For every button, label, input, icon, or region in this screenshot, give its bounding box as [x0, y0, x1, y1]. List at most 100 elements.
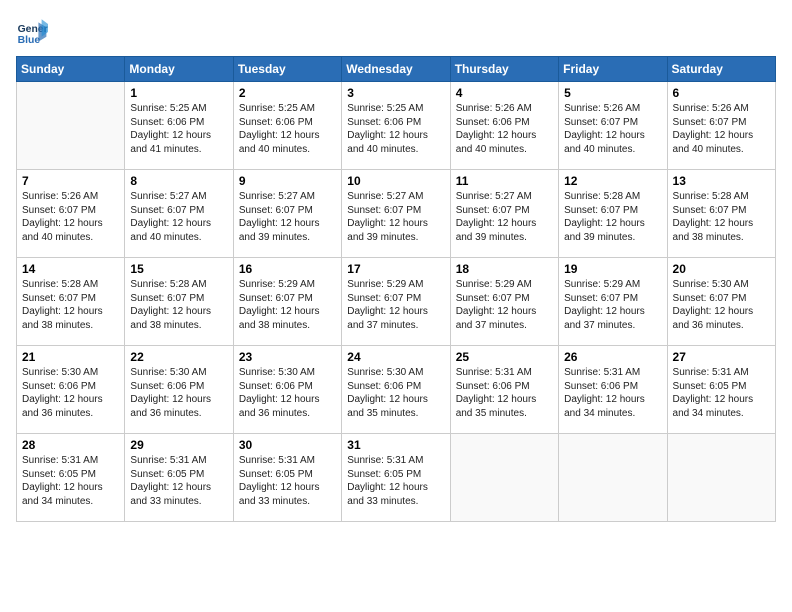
day-info: Sunrise: 5:25 AM Sunset: 6:06 PM Dayligh… — [239, 102, 336, 156]
calendar-cell: 9 Sunrise: 5:27 AM Sunset: 6:07 PM Daylig… — [233, 170, 341, 258]
day-number: 4 — [456, 86, 553, 100]
day-number: 8 — [130, 174, 227, 188]
day-number: 24 — [347, 350, 444, 364]
day-info: Sunrise: 5:28 AM Sunset: 6:07 PM Dayligh… — [564, 190, 661, 244]
calendar-cell: 27Sunrise: 5:31 AM Sunset: 6:05 PM Dayli… — [667, 346, 775, 434]
day-number: 15 — [130, 262, 227, 276]
calendar-cell — [559, 434, 667, 522]
day-info: Sunrise: 5:29 AM Sunset: 6:07 PM Dayligh… — [564, 278, 661, 332]
calendar-cell: 18 Sunrise: 5:29 AM Sunset: 6:07 PM Dayli… — [450, 258, 558, 346]
calendar-cell: 2 Sunrise: 5:25 AM Sunset: 6:06 PM Daylig… — [233, 82, 341, 170]
day-info: Sunrise: 5:31 AM Sunset: 6:06 PM Dayligh… — [564, 366, 661, 420]
day-number: 28 — [22, 438, 119, 452]
calendar-cell: 19 Sunrise: 5:29 AM Sunset: 6:07 PM Dayli… — [559, 258, 667, 346]
day-info: Sunrise: 5:31 AM Sunset: 6:05 PM Dayligh… — [673, 366, 770, 420]
calendar-cell: 5 Sunrise: 5:26 AM Sunset: 6:07 PM Daylig… — [559, 82, 667, 170]
calendar-cell: 4 Sunrise: 5:26 AM Sunset: 6:06 PM Daylig… — [450, 82, 558, 170]
day-info: Sunrise: 5:27 AM Sunset: 6:07 PM Dayligh… — [130, 190, 227, 244]
day-number: 16 — [239, 262, 336, 276]
day-info: Sunrise: 5:30 AM Sunset: 6:06 PM Dayligh… — [22, 366, 119, 420]
weekday-header-wednesday: Wednesday — [342, 57, 450, 82]
day-number: 31 — [347, 438, 444, 452]
calendar-cell: 28 Sunrise: 5:31 AM Sunset: 6:05 PM Dayli… — [17, 434, 125, 522]
day-number: 1 — [130, 86, 227, 100]
calendar-week-row: 1 Sunrise: 5:25 AM Sunset: 6:06 PM Daylig… — [17, 82, 776, 170]
day-info: Sunrise: 5:29 AM Sunset: 6:07 PM Dayligh… — [347, 278, 444, 332]
calendar-cell — [450, 434, 558, 522]
day-number: 17 — [347, 262, 444, 276]
logo-icon: General Blue — [16, 16, 48, 48]
page-container: General Blue SundayMondayTuesdayWednesda… — [16, 16, 776, 522]
day-number: 22 — [130, 350, 227, 364]
calendar-cell: 24 Sunrise: 5:30 AM Sunset: 6:06 PM Dayli… — [342, 346, 450, 434]
calendar-cell: 6 Sunrise: 5:26 AM Sunset: 6:07 PM Daylig… — [667, 82, 775, 170]
calendar-week-row: 21 Sunrise: 5:30 AM Sunset: 6:06 PM Dayli… — [17, 346, 776, 434]
day-info: Sunrise: 5:25 AM Sunset: 6:06 PM Dayligh… — [347, 102, 444, 156]
day-info: Sunrise: 5:30 AM Sunset: 6:06 PM Dayligh… — [239, 366, 336, 420]
calendar-cell — [17, 82, 125, 170]
day-number: 26 — [564, 350, 661, 364]
calendar-table: SundayMondayTuesdayWednesdayThursdayFrid… — [16, 56, 776, 522]
header: General Blue — [16, 16, 776, 48]
calendar-week-row: 7 Sunrise: 5:26 AM Sunset: 6:07 PM Daylig… — [17, 170, 776, 258]
day-info: Sunrise: 5:26 AM Sunset: 6:06 PM Dayligh… — [456, 102, 553, 156]
day-info: Sunrise: 5:27 AM Sunset: 6:07 PM Dayligh… — [239, 190, 336, 244]
day-info: Sunrise: 5:26 AM Sunset: 6:07 PM Dayligh… — [564, 102, 661, 156]
day-number: 3 — [347, 86, 444, 100]
day-number: 19 — [564, 262, 661, 276]
calendar-cell: 15Sunrise: 5:28 AM Sunset: 6:07 PM Dayli… — [125, 258, 233, 346]
day-number: 6 — [673, 86, 770, 100]
day-info: Sunrise: 5:26 AM Sunset: 6:07 PM Dayligh… — [22, 190, 119, 244]
day-number: 13 — [673, 174, 770, 188]
day-info: Sunrise: 5:27 AM Sunset: 6:07 PM Dayligh… — [347, 190, 444, 244]
day-number: 7 — [22, 174, 119, 188]
calendar-cell: 13 Sunrise: 5:28 AM Sunset: 6:07 PM Dayli… — [667, 170, 775, 258]
day-number: 2 — [239, 86, 336, 100]
calendar-cell: 17 Sunrise: 5:29 AM Sunset: 6:07 PM Dayli… — [342, 258, 450, 346]
calendar-cell: 31 Sunrise: 5:31 AM Sunset: 6:05 PM Dayli… — [342, 434, 450, 522]
calendar-cell: 14 Sunrise: 5:28 AM Sunset: 6:07 PM Dayli… — [17, 258, 125, 346]
weekday-header-saturday: Saturday — [667, 57, 775, 82]
weekday-header-monday: Monday — [125, 57, 233, 82]
day-number: 14 — [22, 262, 119, 276]
day-number: 5 — [564, 86, 661, 100]
day-info: Sunrise: 5:30 AM Sunset: 6:06 PM Dayligh… — [347, 366, 444, 420]
weekday-header-thursday: Thursday — [450, 57, 558, 82]
day-number: 25 — [456, 350, 553, 364]
day-info: Sunrise: 5:30 AM Sunset: 6:07 PM Dayligh… — [673, 278, 770, 332]
day-number: 18 — [456, 262, 553, 276]
calendar-cell — [667, 434, 775, 522]
day-info: Sunrise: 5:25 AM Sunset: 6:06 PM Dayligh… — [130, 102, 227, 156]
weekday-header-tuesday: Tuesday — [233, 57, 341, 82]
calendar-cell: 30Sunrise: 5:31 AM Sunset: 6:05 PM Dayli… — [233, 434, 341, 522]
day-info: Sunrise: 5:29 AM Sunset: 6:07 PM Dayligh… — [456, 278, 553, 332]
day-number: 12 — [564, 174, 661, 188]
svg-text:Blue: Blue — [18, 35, 41, 46]
day-number: 23 — [239, 350, 336, 364]
day-info: Sunrise: 5:28 AM Sunset: 6:07 PM Dayligh… — [673, 190, 770, 244]
day-info: Sunrise: 5:31 AM Sunset: 6:05 PM Dayligh… — [239, 454, 336, 508]
day-info: Sunrise: 5:26 AM Sunset: 6:07 PM Dayligh… — [673, 102, 770, 156]
calendar-cell: 10Sunrise: 5:27 AM Sunset: 6:07 PM Dayli… — [342, 170, 450, 258]
day-info: Sunrise: 5:27 AM Sunset: 6:07 PM Dayligh… — [456, 190, 553, 244]
calendar-cell: 8 Sunrise: 5:27 AM Sunset: 6:07 PM Daylig… — [125, 170, 233, 258]
weekday-header-friday: Friday — [559, 57, 667, 82]
calendar-cell: 3 Sunrise: 5:25 AM Sunset: 6:06 PM Daylig… — [342, 82, 450, 170]
calendar-cell: 21 Sunrise: 5:30 AM Sunset: 6:06 PM Dayli… — [17, 346, 125, 434]
day-number: 21 — [22, 350, 119, 364]
weekday-header-row: SundayMondayTuesdayWednesdayThursdayFrid… — [17, 57, 776, 82]
day-info: Sunrise: 5:31 AM Sunset: 6:05 PM Dayligh… — [347, 454, 444, 508]
day-info: Sunrise: 5:31 AM Sunset: 6:05 PM Dayligh… — [22, 454, 119, 508]
calendar-cell: 16Sunrise: 5:29 AM Sunset: 6:07 PM Dayli… — [233, 258, 341, 346]
calendar-cell: 29Sunrise: 5:31 AM Sunset: 6:05 PM Dayli… — [125, 434, 233, 522]
calendar-cell: 25Sunrise: 5:31 AM Sunset: 6:06 PM Dayli… — [450, 346, 558, 434]
day-number: 9 — [239, 174, 336, 188]
day-info: Sunrise: 5:30 AM Sunset: 6:06 PM Dayligh… — [130, 366, 227, 420]
day-info: Sunrise: 5:28 AM Sunset: 6:07 PM Dayligh… — [22, 278, 119, 332]
calendar-cell: 20Sunrise: 5:30 AM Sunset: 6:07 PM Dayli… — [667, 258, 775, 346]
calendar-cell: 26 Sunrise: 5:31 AM Sunset: 6:06 PM Dayli… — [559, 346, 667, 434]
weekday-header-sunday: Sunday — [17, 57, 125, 82]
calendar-cell: 11 Sunrise: 5:27 AM Sunset: 6:07 PM Dayli… — [450, 170, 558, 258]
day-number: 11 — [456, 174, 553, 188]
logo: General Blue — [16, 16, 48, 48]
